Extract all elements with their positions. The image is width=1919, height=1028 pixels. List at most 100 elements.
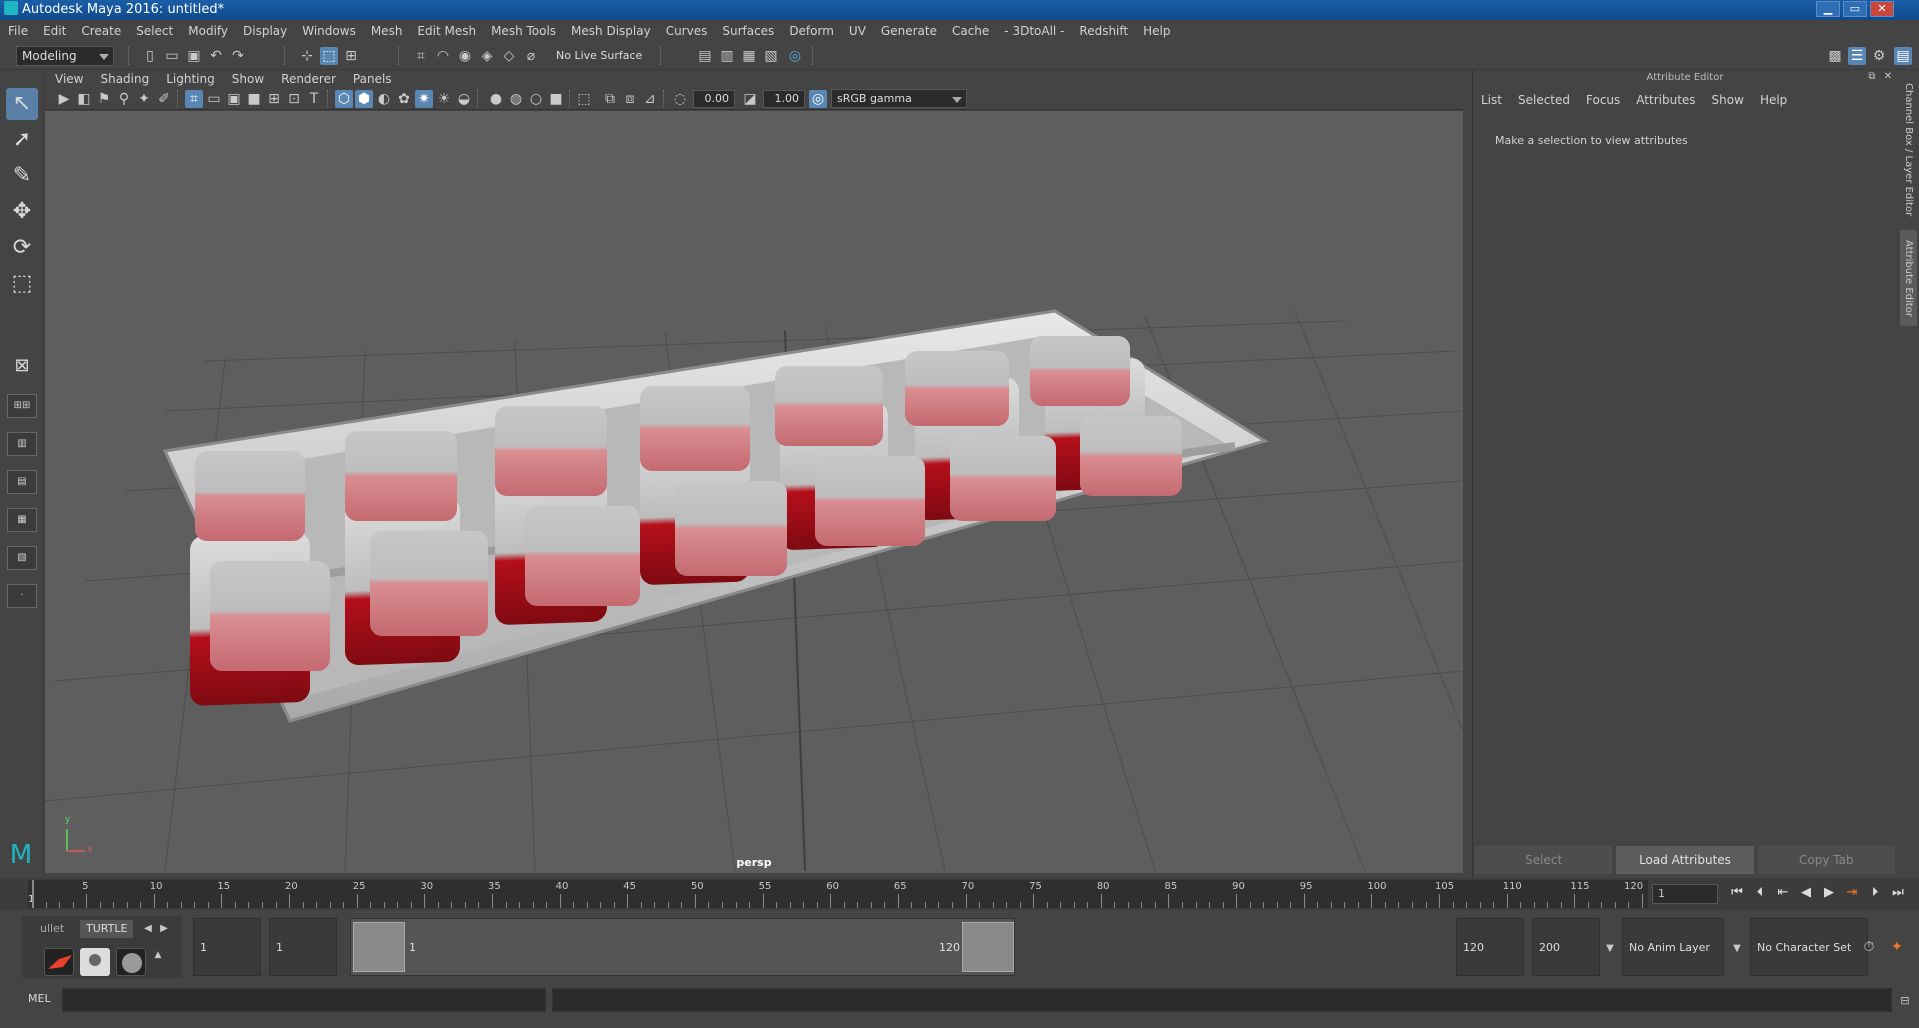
command-language-label[interactable]: MEL <box>28 992 51 1005</box>
close-panel-icon[interactable]: ✕ <box>1881 70 1895 84</box>
tool-settings-icon[interactable]: ⚙ <box>1870 47 1888 65</box>
xray-components-icon[interactable]: ⧈ <box>621 90 639 108</box>
float-panel-icon[interactable]: ⧉ <box>1865 70 1879 84</box>
textured-icon[interactable]: ✿ <box>395 90 413 108</box>
animation-end-field[interactable]: 200 <box>1532 918 1600 976</box>
tab-channel-box-layer-editor[interactable]: Channel Box / Layer Editor <box>1900 80 1917 220</box>
panel-menu-panels[interactable]: Panels <box>353 72 392 86</box>
menu-mesh-display[interactable]: Mesh Display <box>571 24 651 38</box>
range-end-handle[interactable] <box>962 922 1014 972</box>
snap-curve-icon[interactable]: ◠ <box>434 47 452 65</box>
four-view-layout-icon[interactable]: ⊞⊞ <box>7 394 37 418</box>
menu-select[interactable]: Select <box>136 24 173 38</box>
snap-grid-icon[interactable]: ⌗ <box>412 47 430 65</box>
panel-menu-lighting[interactable]: Lighting <box>166 72 215 86</box>
turtle-bake-icon[interactable] <box>80 948 110 976</box>
render-frame-icon[interactable]: ▥ <box>718 47 736 65</box>
shelf-tab-turtle[interactable]: TURTLE <box>80 920 134 938</box>
two-d-pan-icon[interactable]: ✦ <box>135 90 153 108</box>
wireframe-icon[interactable]: ⬡ <box>335 90 353 108</box>
ae-menu-selected[interactable]: Selected <box>1518 93 1570 107</box>
time-ruler[interactable]: 1510152025303540455055606570758085909510… <box>28 880 1648 908</box>
step-forward-frame-icon[interactable]: ⏵ <box>1865 885 1885 900</box>
image-plane-icon[interactable]: ⚲ <box>115 90 133 108</box>
menu-file[interactable]: File <box>8 24 28 38</box>
bookmark-icon[interactable]: ⚑ <box>95 90 113 108</box>
panel-menu-renderer[interactable]: Renderer <box>281 72 336 86</box>
range-start-handle[interactable] <box>353 922 405 972</box>
panel-menu-show[interactable]: Show <box>232 72 264 86</box>
menu-cache[interactable]: Cache <box>952 24 989 38</box>
ae-menu-list[interactable]: List <box>1481 93 1502 107</box>
menu-display[interactable]: Display <box>243 24 287 38</box>
two-view-layout-icon[interactable]: ▥ <box>7 432 37 456</box>
step-back-key-icon[interactable]: ⇤ <box>1773 885 1793 900</box>
open-scene-icon[interactable]: ▭ <box>163 47 181 65</box>
redo-icon[interactable]: ↷ <box>229 47 247 65</box>
shadows-icon[interactable]: ☀ <box>435 90 453 108</box>
camera-icon[interactable]: ▶ <box>55 90 73 108</box>
depth-of-field-icon[interactable]: ○ <box>527 90 545 108</box>
anim-layer-dropdown[interactable]: No Anim Layer <box>1622 918 1724 976</box>
ipr-render-icon[interactable]: ▦ <box>740 47 758 65</box>
color-management-icon[interactable]: ◎ <box>809 90 827 108</box>
shelf-scroll-icon[interactable]: ▲ <box>152 946 164 964</box>
use-lights-icon[interactable]: ✷ <box>415 90 433 108</box>
screen-space-ao-icon[interactable]: ◒ <box>455 90 473 108</box>
scale-tool-icon[interactable]: ⬚ <box>6 268 38 300</box>
camera-attributes-icon[interactable]: ◧ <box>75 90 93 108</box>
expand-layouts-icon[interactable]: · <box>7 584 37 608</box>
close-button[interactable]: ✕ <box>1870 1 1894 17</box>
auto-key-icon[interactable]: ⏱ <box>1860 938 1878 956</box>
shelf-tab-bullet[interactable]: ullet <box>34 920 70 938</box>
ae-menu-show[interactable]: Show <box>1712 93 1744 107</box>
menu-mesh[interactable]: Mesh <box>371 24 403 38</box>
select-tool-icon[interactable]: ↖ <box>6 88 38 120</box>
save-scene-icon[interactable]: ▣ <box>185 47 203 65</box>
wireframe-on-shaded-icon[interactable]: ◐ <box>375 90 393 108</box>
step-back-frame-icon[interactable]: ⏴ <box>1750 885 1770 900</box>
menu-windows[interactable]: Windows <box>302 24 356 38</box>
range-slider[interactable]: 1 120 <box>350 918 1015 976</box>
menu-uv[interactable]: UV <box>849 24 866 38</box>
film-gate-icon[interactable]: ▭ <box>205 90 223 108</box>
menu-redshift[interactable]: Redshift <box>1079 24 1128 38</box>
hypershade-layout-icon[interactable]: ▧ <box>7 546 37 570</box>
safe-action-icon[interactable]: ⊡ <box>285 90 303 108</box>
current-frame-field[interactable]: 1 <box>1652 884 1718 904</box>
grease-pencil-icon[interactable]: ✐ <box>155 90 173 108</box>
modeling-toolkit-icon[interactable]: ▩ <box>1826 47 1844 65</box>
render-settings-icon[interactable]: ▧ <box>762 47 780 65</box>
gate-mask-icon[interactable]: ■ <box>245 90 263 108</box>
shelf-prev-icon[interactable]: ◀ <box>142 920 154 938</box>
select-object-icon[interactable]: ⬚ <box>320 47 338 65</box>
make-live-icon[interactable]: ⌀ <box>522 47 540 65</box>
playback-end-field[interactable]: 120 <box>1456 918 1524 976</box>
maximize-button[interactable]: ▭ <box>1843 1 1867 17</box>
script-editor-icon[interactable]: ⊟ <box>1896 992 1914 1010</box>
anim-layer-dropdown-icon[interactable]: ▼ <box>1601 940 1619 958</box>
tab-attribute-editor[interactable]: Attribute Editor <box>1900 230 1917 326</box>
mode-dropdown[interactable]: Modeling <box>16 46 114 66</box>
smooth-shade-icon[interactable]: ⬢ <box>355 90 373 108</box>
menu-surfaces[interactable]: Surfaces <box>722 24 774 38</box>
menu-modify[interactable]: Modify <box>188 24 228 38</box>
single-view-icon[interactable]: ⊠ <box>6 350 38 382</box>
paint-select-icon[interactable]: ✎ <box>6 160 38 192</box>
colorspace-dropdown[interactable]: sRGB gamma <box>831 89 967 108</box>
menu-mesh-tools[interactable]: Mesh Tools <box>491 24 556 38</box>
character-set-dropdown-icon[interactable]: ▼ <box>1728 940 1746 958</box>
xray-joints-icon[interactable]: ⧉ <box>601 90 619 108</box>
gamma-field[interactable]: 1.00 <box>763 90 805 108</box>
turtle-material-icon[interactable] <box>116 948 146 976</box>
lasso-tool-icon[interactable]: ➚ <box>6 124 38 156</box>
copy-tab-button[interactable]: Copy Tab <box>1757 846 1895 874</box>
panel-menu-view[interactable]: View <box>55 72 83 86</box>
select-hierarchy-icon[interactable]: ⊹ <box>298 47 316 65</box>
resolution-gate-icon[interactable]: ▣ <box>225 90 243 108</box>
undo-icon[interactable]: ↶ <box>207 47 225 65</box>
isolate-select-icon[interactable]: ■ <box>547 90 565 108</box>
select-component-icon[interactable]: ⊞ <box>342 47 360 65</box>
animation-start-field[interactable]: 1 <box>193 918 261 976</box>
perspective-viewport[interactable]: y x persp <box>45 111 1463 873</box>
